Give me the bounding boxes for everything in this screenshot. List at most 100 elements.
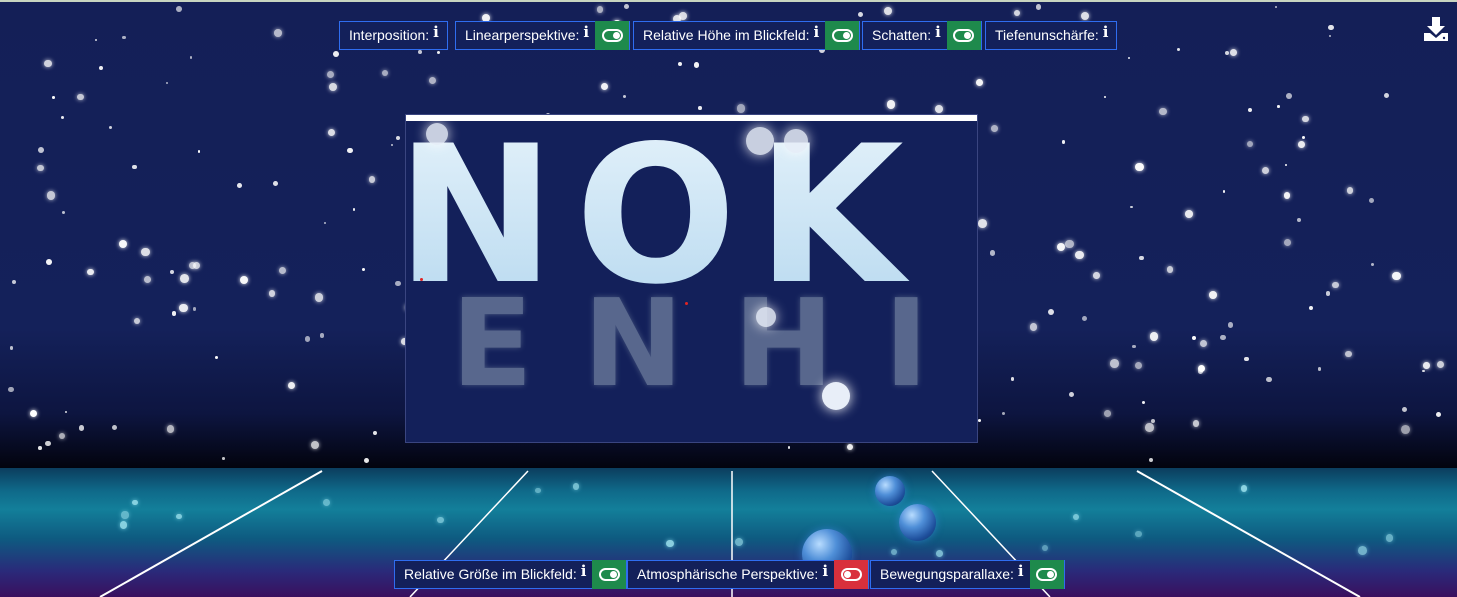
star [170,270,175,275]
scene-top-bar [406,115,977,121]
star [601,82,609,90]
star [1368,198,1374,203]
toggle-bewegungsparallaxe[interactable] [1029,560,1064,589]
star [268,290,275,297]
star [192,261,201,270]
control-label: Tiefenunschärfe: [995,27,1099,43]
star [977,219,987,229]
star [272,181,278,187]
star [1223,190,1226,193]
star [1149,331,1159,341]
star [887,100,896,109]
snowflake-blob [784,129,808,153]
star [240,275,249,285]
depth-scene-viewport[interactable]: NOK ENHI [405,114,978,443]
star [623,4,629,9]
toggle-switch-icon [953,29,975,42]
star [1209,291,1217,299]
star [1317,367,1322,372]
star [305,336,311,342]
top-edge-line [0,0,1457,2]
star [45,441,51,447]
star [288,381,296,389]
star [991,124,998,132]
star [180,273,190,283]
info-icon[interactable]: i [433,23,439,41]
star [678,61,683,66]
control-schatten: Schatten: i [862,21,982,50]
star [11,280,16,285]
star [1110,359,1119,368]
star [1370,262,1375,267]
star [171,311,176,316]
star [1081,315,1088,321]
star [327,128,335,136]
star [372,430,377,435]
star [883,6,893,15]
star [79,425,85,431]
toggle-schatten[interactable] [946,21,981,50]
star [94,38,97,42]
info-icon[interactable]: i [581,562,587,580]
star [1014,9,1021,16]
floor-sparkle [132,499,138,506]
star [37,147,44,154]
info-icon[interactable]: i [583,23,589,41]
star [1283,238,1291,246]
star [395,135,400,140]
snowflake-blob [426,123,448,145]
star [1436,360,1444,368]
star [596,6,604,13]
toggle-relative-groesse[interactable] [592,560,627,589]
star [846,443,853,450]
toggle-linearperspektive[interactable] [595,21,630,50]
star [428,76,437,84]
star [1159,107,1167,116]
download-icon[interactable] [1423,16,1449,42]
info-icon[interactable]: i [814,23,820,41]
star [237,182,243,188]
star [1284,163,1288,167]
star [44,59,52,68]
star [1422,369,1425,373]
info-icon[interactable]: i [822,562,828,580]
toggle-atmosphaerische-perspektive[interactable] [834,560,869,589]
star [1275,5,1278,9]
info-icon[interactable]: i [935,23,941,41]
star [1149,457,1154,462]
star [1057,242,1066,251]
star [1002,412,1006,416]
star [1230,49,1238,57]
star [192,306,197,311]
info-icon[interactable]: i [1103,23,1109,41]
star [278,266,287,275]
star [1225,50,1230,55]
star [787,446,791,449]
star [1184,210,1193,218]
star [347,147,353,153]
star [1030,323,1038,331]
star [1283,192,1290,199]
star [133,317,140,324]
star [118,240,127,249]
star [1400,425,1410,435]
star [1192,335,1197,340]
toggle-relative-hoehe[interactable] [825,21,860,50]
control-label: Bewegungsparallaxe: [880,566,1014,582]
control-tiefenunschaerfe: Tiefenunschärfe: i [985,21,1118,50]
star [1103,96,1106,99]
floor-grid-line [1136,470,1361,597]
star [176,6,182,13]
star [111,424,117,431]
floor-sparkle [935,550,943,558]
star [390,143,394,146]
star [989,250,996,256]
star [222,456,226,460]
control-label: Interposition: [349,27,430,43]
star [1177,48,1181,52]
star [1061,140,1066,145]
info-icon[interactable]: i [1018,562,1024,580]
star [1138,255,1144,261]
toggle-switch-icon [598,568,620,581]
star [694,62,700,68]
